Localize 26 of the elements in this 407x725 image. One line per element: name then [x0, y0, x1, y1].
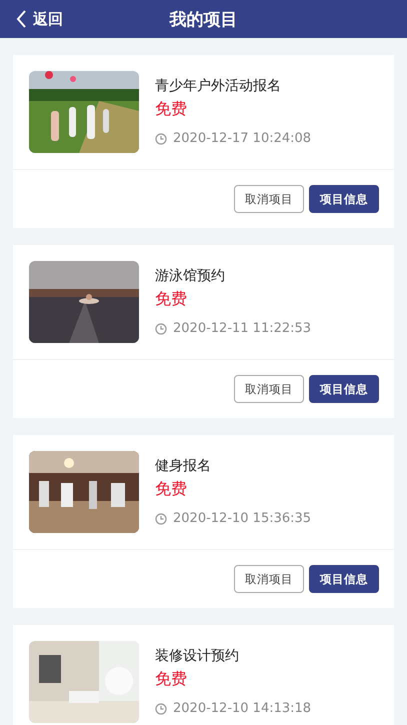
project-price: 免费 [155, 289, 188, 310]
project-price: 免费 [155, 479, 188, 500]
project-time: 2020-12-11 11:22:53 [173, 321, 312, 336]
project-time: 2020-12-10 15:36:35 [173, 511, 312, 526]
project-title: 健身报名 [155, 457, 212, 476]
project-title: 游泳馆预约 [155, 267, 226, 286]
back-label: 返回 [33, 10, 63, 28]
project-title: 青少年户外活动报名 [155, 77, 282, 96]
clock-icon [155, 702, 167, 714]
project-info-button[interactable]: 项目信息 [309, 565, 379, 593]
back-button[interactable]: 返回 [0, 10, 63, 28]
clock-icon [155, 322, 167, 334]
clock-icon [155, 132, 167, 144]
project-time: 2020-12-10 14:13:18 [173, 701, 312, 716]
cancel-project-button[interactable]: 取消项目 [234, 375, 304, 403]
project-info-button[interactable]: 项目信息 [309, 185, 379, 213]
page-title: 我的项目 [170, 10, 238, 30]
cancel-project-button[interactable]: 取消项目 [234, 185, 304, 213]
chevron-left-icon [16, 10, 27, 28]
project-price: 免费 [155, 99, 188, 120]
project-info-button[interactable]: 项目信息 [309, 375, 379, 403]
project-price: 免费 [155, 669, 188, 690]
project-title: 装修设计预约 [155, 647, 240, 666]
project-time: 2020-12-17 10:24:08 [173, 131, 312, 146]
cancel-project-button[interactable]: 取消项目 [234, 565, 304, 593]
clock-icon [155, 512, 167, 524]
